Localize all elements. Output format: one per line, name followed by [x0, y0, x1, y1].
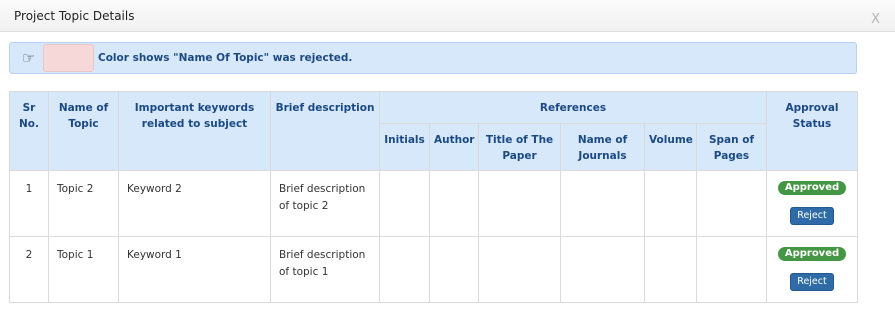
header-brief-description: Brief description — [270, 91, 380, 171]
cell-name-of-journals — [560, 236, 645, 303]
cell-initials — [379, 236, 430, 303]
table-row: 1 Topic 2 Keyword 2 Brief description of… — [9, 170, 858, 237]
dialog-header: Project Topic Details X — [0, 0, 895, 32]
cell-volume — [644, 236, 697, 303]
table-row: 2 Topic 1 Keyword 1 Brief description of… — [9, 236, 858, 303]
header-references: References — [379, 91, 767, 124]
cell-keywords: Keyword 1 — [118, 236, 271, 303]
header-name-of-topic: Name of Topic — [48, 91, 119, 171]
legend-text: Color shows "Name Of Topic" was rejected… — [98, 52, 353, 64]
reject-button[interactable]: Reject — [790, 207, 834, 225]
header-span-of-pages: Span of Pages — [696, 123, 767, 171]
header-title-of-paper: Title of The Paper — [478, 123, 561, 171]
header-name-of-journals: Name of Journals — [560, 123, 645, 171]
cell-volume — [644, 170, 697, 237]
cell-span-of-pages — [696, 236, 767, 303]
pointing-hand-icon: ☞ — [22, 49, 36, 67]
cell-author — [429, 236, 479, 303]
header-sr-no: Sr No. — [9, 91, 49, 171]
cell-approval-status: Approved Reject — [766, 170, 858, 237]
cell-span-of-pages — [696, 170, 767, 237]
cell-sr-no: 1 — [9, 170, 49, 237]
header-author: Author — [429, 123, 479, 171]
reject-button[interactable]: Reject — [790, 273, 834, 291]
cell-keywords: Keyword 2 — [118, 170, 271, 237]
cell-name-of-journals — [560, 170, 645, 237]
header-volume: Volume — [644, 123, 697, 171]
close-button[interactable]: X — [871, 12, 880, 27]
rejected-color-swatch — [43, 44, 94, 72]
cell-brief: Brief description of topic 1 — [270, 236, 380, 303]
approved-badge: Approved — [777, 181, 847, 195]
cell-author — [429, 170, 479, 237]
header-keywords: Important keywords related to subject — [118, 91, 271, 171]
cell-topic: Topic 1 — [48, 236, 119, 303]
cell-title-of-paper — [478, 170, 561, 237]
approved-badge: Approved — [777, 247, 847, 261]
topic-details-table: Sr No. Name of Topic Important keywords … — [9, 91, 858, 303]
header-approval-status: Approval Status — [766, 91, 858, 171]
legend-info-bar: ☞ Color shows "Name Of Topic" was reject… — [9, 42, 857, 74]
cell-title-of-paper — [478, 236, 561, 303]
cell-sr-no: 2 — [9, 236, 49, 303]
cell-topic: Topic 2 — [48, 170, 119, 237]
cell-brief: Brief description of topic 2 — [270, 170, 380, 237]
cell-initials — [379, 170, 430, 237]
dialog-title: Project Topic Details — [14, 9, 135, 23]
header-initials: Initials — [379, 123, 430, 171]
cell-approval-status: Approved Reject — [766, 236, 858, 303]
